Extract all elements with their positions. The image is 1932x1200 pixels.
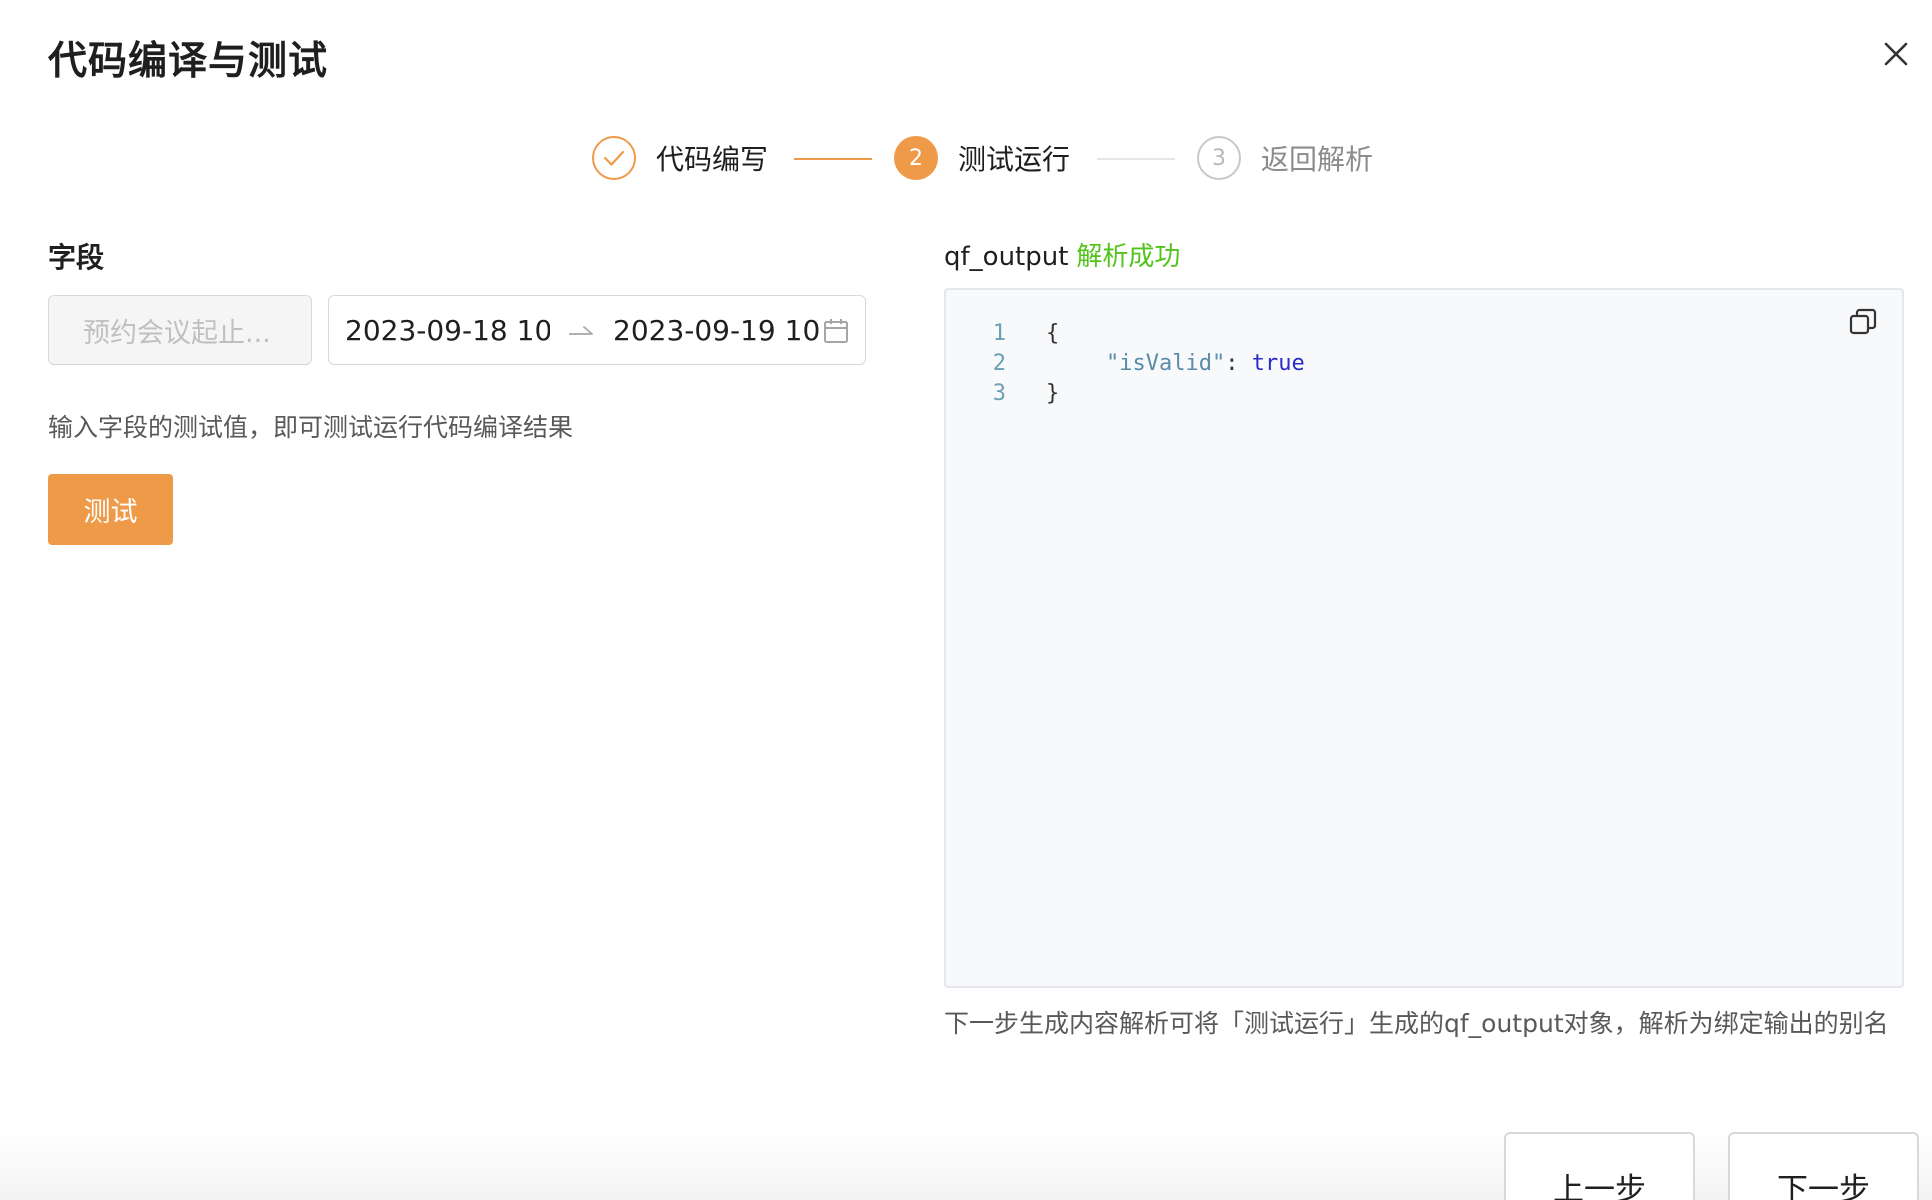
- date-range-picker[interactable]: 2023-09-18 10:00 2023-09-19 10:00: [328, 295, 866, 365]
- brace-open: {: [1046, 320, 1060, 346]
- line-number: 1: [992, 320, 1006, 346]
- line-number: 2: [992, 350, 1006, 376]
- step-return-parse: 3 返回解析: [1197, 133, 1373, 183]
- range-start-input[interactable]: 2023-09-18 10:00: [345, 314, 550, 347]
- next-step-button[interactable]: 下一步: [1728, 1132, 1919, 1200]
- range-end-input[interactable]: 2023-09-19 10:00: [613, 314, 819, 347]
- step-connector-1: [794, 158, 872, 160]
- output-hint-text: 下一步生成内容解析可将「测试运行」生成的qf_output对象，解析为绑定输出的…: [944, 1009, 1889, 1038]
- output-header: qf_output 解析成功: [944, 236, 1180, 273]
- close-icon: [1884, 42, 1908, 66]
- close-button[interactable]: [1878, 36, 1914, 72]
- field-name-input: 预约会议起止...: [48, 295, 312, 365]
- step-1-label: 代码编写: [656, 143, 769, 176]
- line-content: {: [1046, 321, 1059, 346]
- line-number: 3: [992, 380, 1006, 406]
- line-content: "isValid": true: [1106, 351, 1305, 376]
- swap-right-icon: [569, 326, 593, 335]
- step-3-label: 返回解析: [1261, 143, 1374, 176]
- step-2-label: 测试运行: [958, 143, 1071, 176]
- json-colon: :: [1225, 350, 1252, 376]
- brace-close: }: [1046, 380, 1060, 406]
- prev-step-button[interactable]: 上一步: [1504, 1132, 1695, 1200]
- copy-icon[interactable]: [1848, 307, 1878, 337]
- step-3-circle: 3: [1197, 136, 1241, 180]
- check-icon: [603, 150, 625, 166]
- parse-status: 解析成功: [1076, 242, 1181, 272]
- output-name: qf_output: [944, 242, 1069, 272]
- step-code-writing: 代码编写: [592, 133, 768, 183]
- modal-title: 代码编译与测试: [48, 39, 329, 84]
- step-2-circle: 2: [894, 136, 938, 180]
- field-hint-text: 输入字段的测试值，即可测试运行代码编译结果: [48, 413, 574, 442]
- step-1-circle: [592, 136, 636, 180]
- calendar-icon[interactable]: [823, 318, 849, 344]
- json-key: "isValid": [1106, 350, 1226, 376]
- step-connector-2: [1097, 158, 1175, 160]
- step-test-run: 2 测试运行: [894, 133, 1070, 183]
- json-value: true: [1251, 350, 1305, 376]
- code-compile-test-modal: 代码编译与测试 代码编写 2 测试运行 3 返回解析 字段 预约会议起止... …: [0, 0, 1932, 1200]
- field-section-label: 字段: [48, 241, 105, 274]
- test-button[interactable]: 测试: [48, 474, 173, 545]
- line-content: }: [1046, 381, 1059, 406]
- code-output-viewer[interactable]: 1 { 2 "isValid": true 3 }: [944, 288, 1904, 988]
- steps-bar: 代码编写 2 测试运行 3 返回解析: [0, 133, 1932, 183]
